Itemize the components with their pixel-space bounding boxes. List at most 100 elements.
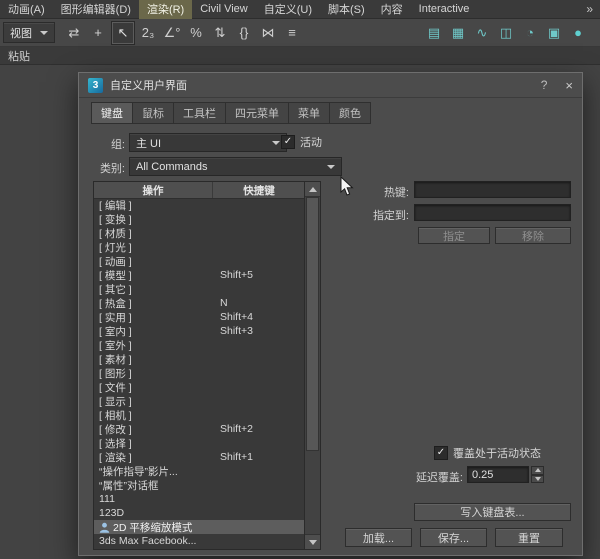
menu-rendering[interactable]: 渲染(R): [139, 0, 192, 19]
shortcut-label: Shift+1: [220, 450, 253, 464]
action-label: [ 热盒 ]: [99, 296, 132, 311]
select-and-link-icon[interactable]: ⇄: [63, 22, 85, 44]
menu-overflow-button[interactable]: »: [579, 2, 600, 16]
menu-scripting[interactable]: 脚本(S): [320, 0, 373, 19]
tab-menus[interactable]: 菜单: [289, 102, 330, 124]
list-item[interactable]: [ 热盒 ] N: [94, 296, 305, 310]
group-label: 组:: [79, 136, 125, 152]
checkbox-check-icon: ✓: [281, 135, 295, 149]
list-header[interactable]: 操作 快捷键: [94, 182, 305, 199]
pan-zoom-mode-icon: [99, 522, 110, 533]
action-label: [ 图形 ]: [99, 366, 132, 381]
tab-toolbars[interactable]: 工具栏: [174, 102, 226, 124]
list-item[interactable]: [ 实用 ]Shift+4: [94, 310, 305, 324]
tab-colors[interactable]: 颜色: [330, 102, 371, 124]
list-item[interactable]: [ 选择 ]: [94, 436, 305, 450]
list-item[interactable]: [ 编辑 ]: [94, 198, 305, 212]
list-item[interactable]: [ 素材 ]: [94, 352, 305, 366]
active-checkbox[interactable]: ✓ 活动: [281, 134, 322, 150]
list-item[interactable]: [ 室内 ] Shift+3: [94, 324, 305, 338]
layer-manager-icon[interactable]: ▤: [423, 22, 445, 44]
list-item[interactable]: 111: [94, 492, 305, 506]
scroll-down-icon[interactable]: [305, 534, 320, 549]
select-and-move-icon[interactable]: +: [87, 22, 109, 44]
list-item[interactable]: “操作指导”影片...: [94, 464, 305, 478]
mirror-icon[interactable]: ⋈: [257, 22, 279, 44]
hotkey-input[interactable]: [414, 181, 571, 198]
action-label: [ 模型 ]: [99, 268, 132, 283]
assigned-to-input[interactable]: [414, 204, 571, 221]
menu-civil-view[interactable]: Civil View: [192, 1, 255, 17]
render-setup-icon[interactable]: ◔: [519, 22, 541, 44]
list-item[interactable]: [ 模型 ]Shift+5: [94, 268, 305, 282]
rendered-frame-icon[interactable]: ▣: [543, 22, 565, 44]
spinner-snap-icon[interactable]: ⇅: [209, 22, 231, 44]
list-item[interactable]: [ 相机 ]: [94, 408, 305, 422]
align-icon[interactable]: ≡: [281, 22, 303, 44]
list-item[interactable]: [ 显示 ]: [94, 394, 305, 408]
load-button[interactable]: 加载...: [345, 528, 412, 547]
spinner-up-icon[interactable]: [531, 466, 544, 475]
action-label: [ 文件 ]: [99, 380, 132, 395]
paste-label[interactable]: 粘贴: [8, 48, 30, 64]
action-label: [ 修改 ]: [99, 422, 132, 437]
menu-interactive[interactable]: Interactive: [411, 1, 478, 17]
action-label: [ 选择 ]: [99, 436, 132, 451]
list-item[interactable]: [ 图形 ]: [94, 366, 305, 380]
dialog-titlebar[interactable]: 3 自定义用户界面 ? ×: [79, 73, 582, 98]
angle-snap-icon[interactable]: ∠°: [161, 22, 183, 44]
list-item[interactable]: 3ds Max Facebook...: [94, 534, 305, 548]
save-button[interactable]: 保存...: [420, 528, 487, 547]
snaps-toggle-icon[interactable]: 2₃: [137, 22, 159, 44]
delay-override-field[interactable]: 0.25: [467, 466, 529, 483]
help-button[interactable]: ?: [541, 78, 548, 92]
list-item[interactable]: [ 灯光 ]: [94, 240, 305, 254]
list-item[interactable]: [ 动画 ]: [94, 254, 305, 268]
shortcut-label: N: [220, 296, 228, 310]
column-header-action[interactable]: 操作: [94, 182, 213, 198]
scrollbar-thumb[interactable]: [306, 197, 319, 451]
list-item[interactable]: [ 渲染 ]Shift+1: [94, 450, 305, 464]
curve-editor-icon[interactable]: ∿: [471, 22, 493, 44]
category-dropdown[interactable]: All Commands: [129, 157, 342, 176]
select-object-icon[interactable]: ↖: [111, 21, 135, 45]
write-keyboard-chart-button[interactable]: 写入键盘表...: [414, 503, 571, 521]
list-item[interactable]: 2D 平移缩放模式: [94, 520, 305, 534]
menu-customize[interactable]: 自定义(U): [256, 0, 320, 19]
list-item[interactable]: 123D: [94, 506, 305, 520]
assign-button[interactable]: 指定: [418, 227, 490, 244]
menu-graph-editors[interactable]: 图形编辑器(D): [53, 0, 139, 19]
list-item[interactable]: [ 修改 ] Shift+2: [94, 422, 305, 436]
list-scrollbar[interactable]: [304, 182, 320, 549]
column-header-shortcut[interactable]: 快捷键: [213, 182, 305, 198]
list-item[interactable]: [ 文件 ]: [94, 380, 305, 394]
list-item[interactable]: “属性”对话框: [94, 478, 305, 492]
toolbar-icons: ⇄+↖2₃∠°%⇅{}⋈≡ ▤▦∿◫◔▣●: [63, 21, 589, 45]
list-item[interactable]: [ 室外 ]: [94, 338, 305, 352]
menu-content[interactable]: 内容: [373, 0, 411, 19]
remove-button[interactable]: 移除: [495, 227, 571, 244]
percent-snap-icon[interactable]: %: [185, 22, 207, 44]
tab-mouse[interactable]: 鼠标: [133, 102, 174, 124]
tab-keyboard[interactable]: 键盘: [91, 102, 133, 124]
shortcut-label: Shift+2: [220, 422, 253, 436]
close-button[interactable]: ×: [565, 78, 573, 93]
override-active-checkbox[interactable]: ✓ 覆盖处于活动状态: [434, 445, 541, 461]
viewport-layout-dropdown[interactable]: 视图: [3, 22, 55, 43]
spinner-down-icon[interactable]: [531, 475, 544, 484]
reset-button[interactable]: 重置: [495, 528, 563, 547]
menu-animation[interactable]: 动画(A): [0, 0, 53, 19]
shortcut-label: Shift+3: [220, 324, 253, 338]
schematic-view-icon[interactable]: ◫: [495, 22, 517, 44]
named-selection-sets-icon[interactable]: {}: [233, 22, 255, 44]
group-dropdown[interactable]: 主 UI: [129, 133, 287, 152]
menubar: 动画(A)图形编辑器(D)渲染(R)Civil View自定义(U)脚本(S)内…: [0, 0, 600, 19]
scroll-up-icon[interactable]: [305, 182, 320, 197]
list-item[interactable]: [ 其它 ]: [94, 282, 305, 296]
tab-quads[interactable]: 四元菜单: [226, 102, 289, 124]
ribbon-icon[interactable]: ▦: [447, 22, 469, 44]
list-item[interactable]: [ 材质 ]: [94, 226, 305, 240]
render-production-icon[interactable]: ●: [567, 22, 589, 44]
list-item[interactable]: [ 变换 ]: [94, 212, 305, 226]
action-label: [ 室内 ]: [99, 324, 132, 339]
